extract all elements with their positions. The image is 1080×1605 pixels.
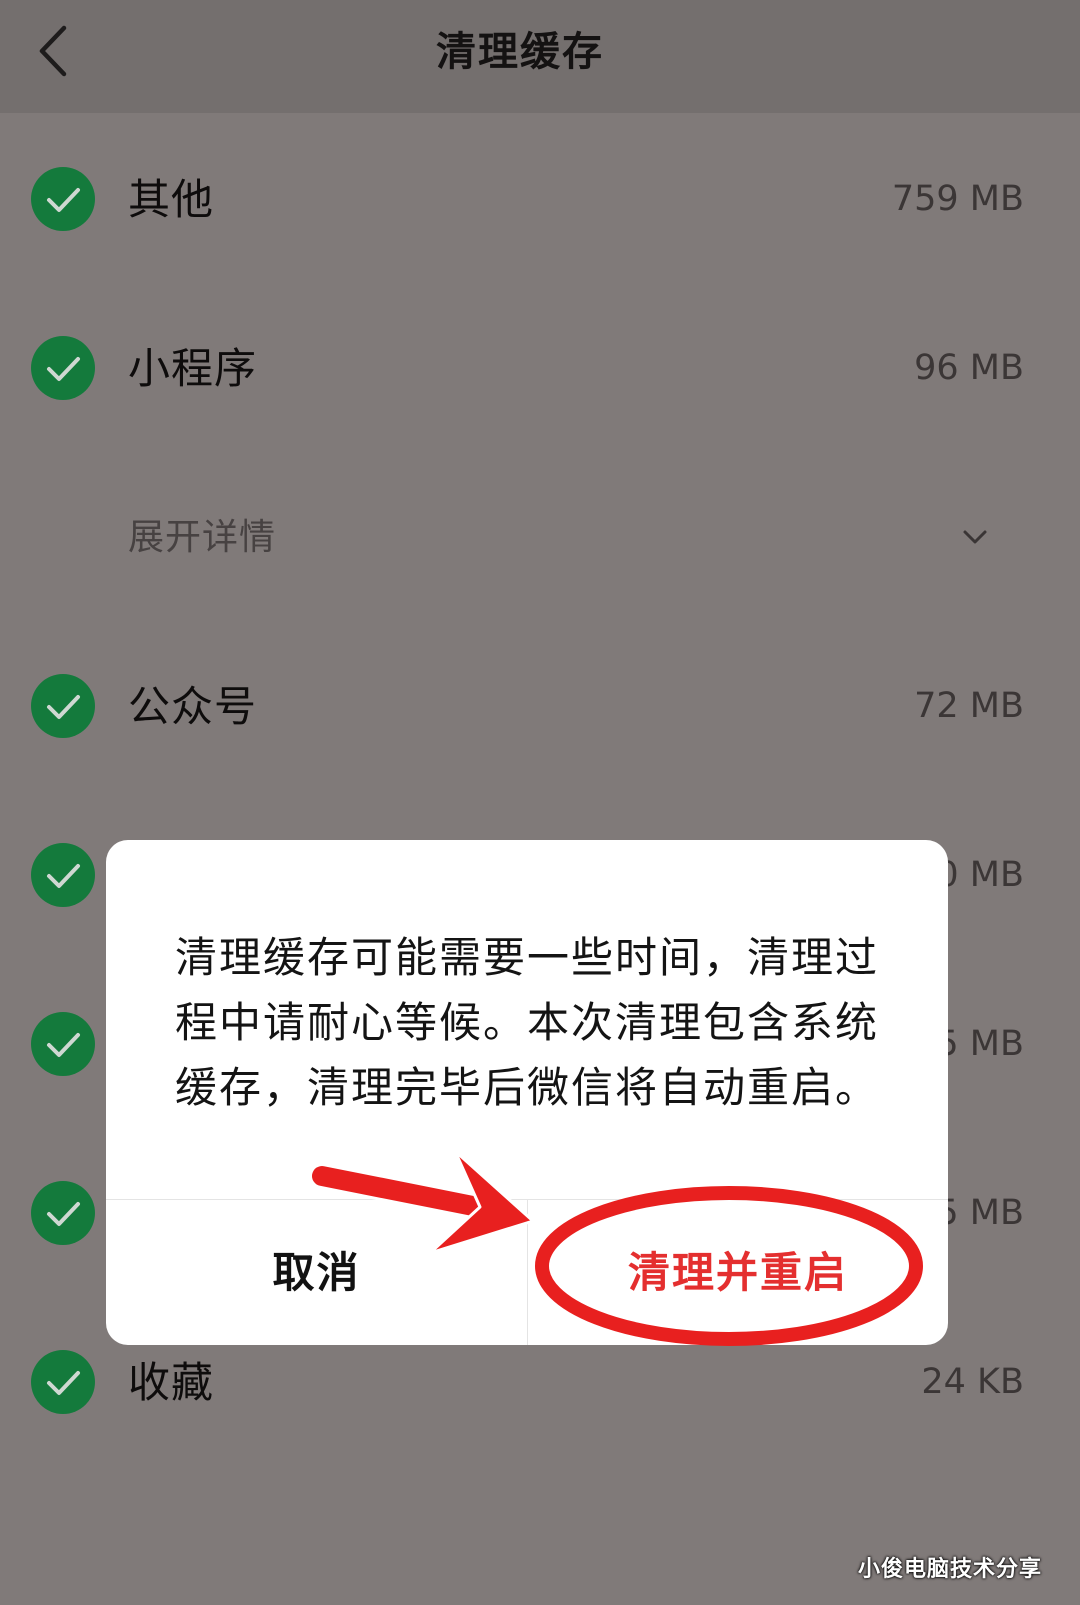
- cache-item-label: 公众号: [128, 682, 258, 731]
- dialog-message-line: 缓存，清理完毕后微信将自动重启。: [174, 1063, 879, 1112]
- cache-item-size: 5 MB: [936, 1193, 1024, 1233]
- page-title: 清理缓存: [436, 29, 604, 75]
- cancel-button[interactable]: 取消: [106, 1200, 527, 1345]
- check-circle-icon[interactable]: [31, 1181, 95, 1245]
- cache-item-size: 72 MB: [914, 686, 1024, 726]
- check-circle-icon[interactable]: [31, 336, 95, 400]
- watermark: 小俊电脑技术分享: [857, 1557, 1042, 1582]
- cache-item-official-accounts[interactable]: 公众号 72 MB: [0, 622, 1080, 791]
- confirm-dialog: 清理缓存可能需要一些时间，清理过 程中请耐心等候。本次清理包含系统 缓存，清理完…: [106, 840, 948, 1345]
- cache-item-size: 759 MB: [891, 179, 1024, 219]
- cache-item-size: 0 MB: [936, 855, 1024, 895]
- clear-cache-page: { "header": { "title": "清理缓存", "back_ico…: [0, 0, 1080, 1605]
- check-circle-icon[interactable]: [31, 167, 95, 231]
- clear-and-restart-button[interactable]: 清理并重启: [528, 1200, 948, 1345]
- cache-item-other[interactable]: 其他 759 MB: [0, 115, 1080, 284]
- dialog-message-line: 清理缓存可能需要一些时间，清理过: [174, 933, 879, 982]
- cache-item-mini-programs[interactable]: 小程序 96 MB: [0, 284, 1080, 453]
- check-circle-icon[interactable]: [31, 1350, 95, 1414]
- cache-item-size: 96 MB: [914, 348, 1024, 388]
- check-circle-icon[interactable]: [31, 843, 95, 907]
- cache-item-label: 其他: [128, 175, 215, 224]
- cache-item-size: 5 MB: [936, 1024, 1024, 1064]
- check-circle-icon[interactable]: [31, 674, 95, 738]
- chevron-down-icon: [962, 527, 988, 547]
- check-circle-icon[interactable]: [31, 1012, 95, 1076]
- cache-item-label: 小程序: [128, 344, 258, 393]
- expand-details-label: 展开详情: [128, 517, 277, 558]
- nav-header: 清理缓存: [0, 0, 1080, 113]
- dialog-message: 清理缓存可能需要一些时间，清理过 程中请耐心等候。本次清理包含系统 缓存，清理完…: [106, 925, 948, 1120]
- expand-details-row[interactable]: 展开详情: [0, 453, 1080, 622]
- dialog-message-line: 程中请耐心等候。本次清理包含系统: [174, 998, 879, 1047]
